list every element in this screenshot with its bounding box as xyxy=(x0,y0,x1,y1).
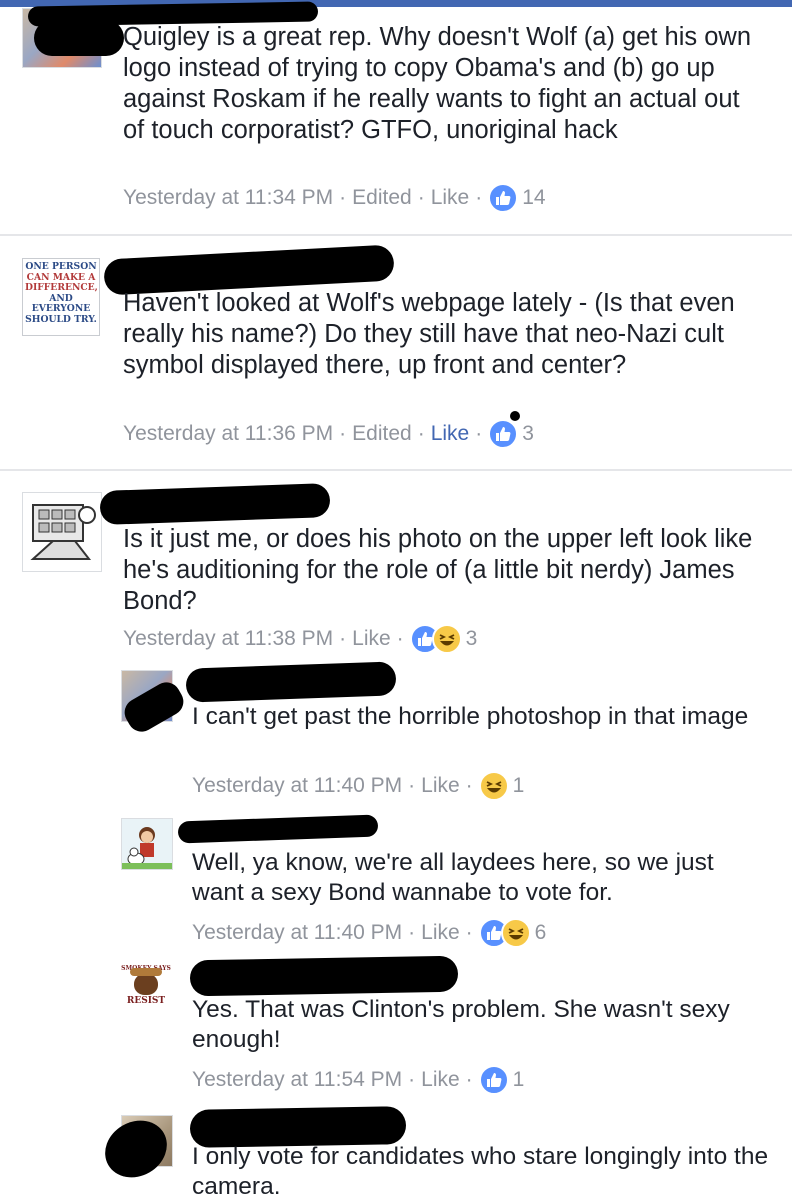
like-link[interactable]: Like xyxy=(421,920,460,946)
like-link[interactable]: Like xyxy=(431,421,470,447)
thumbs-up-icon[interactable] xyxy=(488,183,519,213)
divider xyxy=(0,234,792,236)
avatar[interactable]: ONE PERSON CAN MAKE A DIFFERENCE, AND EV… xyxy=(22,258,100,336)
timestamp[interactable]: Yesterday at 11:34 PM xyxy=(123,185,333,211)
avatar[interactable]: SMOKEY SAYS RESIST xyxy=(121,965,171,1015)
reaction-count[interactable]: 1 xyxy=(513,773,525,799)
laughing-face-icon[interactable] xyxy=(478,771,509,801)
edited-label[interactable]: Edited xyxy=(352,421,412,447)
reaction-count[interactable]: 14 xyxy=(522,185,545,211)
like-link[interactable]: Like xyxy=(421,773,460,799)
reaction-count[interactable]: 6 xyxy=(535,920,547,946)
like-link[interactable]: Like xyxy=(421,1067,460,1093)
comment-text: Is it just me, or does his photo on the … xyxy=(123,525,753,615)
redacted-name-scribble xyxy=(189,955,459,997)
like-link[interactable]: Like xyxy=(431,185,470,211)
avatar-text-line: ONE PERSON xyxy=(25,261,97,272)
reaction-count[interactable]: 3 xyxy=(466,626,478,652)
timestamp[interactable]: Yesterday at 11:40 PM xyxy=(192,773,402,799)
redacted-scribble xyxy=(34,20,124,56)
redacted-name-scribble xyxy=(99,482,331,526)
redacted-name-scribble xyxy=(185,661,397,703)
touch-dot xyxy=(510,411,520,421)
reply-text: Yes. That was Clinton's problem. She was… xyxy=(192,996,730,1053)
reply-meta: Yesterday at 11:40 PM · Like · 6 xyxy=(192,918,546,948)
reply-meta: Yesterday at 11:54 PM · Like · 1 xyxy=(192,1065,524,1095)
timestamp[interactable]: Yesterday at 11:40 PM xyxy=(192,920,402,946)
redacted-name-scribble xyxy=(177,814,379,844)
reply-text: I can't get past the horrible photoshop … xyxy=(192,703,749,730)
timestamp[interactable]: Yesterday at 11:36 PM xyxy=(123,421,333,447)
cartoon-girl-with-dog-icon xyxy=(122,827,172,869)
comment-text: Quigley is a great rep. Why doesn't Wolf… xyxy=(123,23,752,144)
avatar-text-line: DIFFERENCE, xyxy=(25,282,98,293)
divider xyxy=(0,469,792,471)
timestamp[interactable]: Yesterday at 11:54 PM xyxy=(192,1067,402,1093)
comment-meta: Yesterday at 11:36 PM · Edited · Like · … xyxy=(123,419,534,449)
reply-meta: Yesterday at 11:40 PM · Like · 1 xyxy=(192,771,524,801)
timestamp[interactable]: Yesterday at 11:38 PM xyxy=(123,626,333,652)
reaction-count[interactable]: 1 xyxy=(513,1067,525,1093)
avatar-text-line: SHOULD TRY. xyxy=(25,313,97,325)
comment-text: Haven't looked at Wolf's webpage lately … xyxy=(123,289,735,379)
computer-cartoon-icon xyxy=(30,504,96,560)
thumbs-up-icon[interactable] xyxy=(488,419,519,449)
comment-meta: Yesterday at 11:34 PM · Edited · Like · … xyxy=(123,183,546,213)
avatar[interactable] xyxy=(22,492,102,572)
edited-label[interactable]: Edited xyxy=(352,185,412,211)
avatar-text-line: RESIST xyxy=(126,996,166,1006)
reply-text: I only vote for candidates who stare lon… xyxy=(192,1143,769,1200)
comment-meta: Yesterday at 11:38 PM · Like · 3 xyxy=(123,624,477,654)
avatar[interactable] xyxy=(121,818,173,870)
thumbs-up-icon[interactable] xyxy=(478,1065,509,1095)
reply-text: Well, ya know, we're all laydees here, s… xyxy=(192,849,714,906)
like-link[interactable]: Like xyxy=(352,626,391,652)
bear-icon xyxy=(130,968,162,995)
laughing-face-icon[interactable] xyxy=(500,918,531,948)
avatar-text-line: AND EVERYONE xyxy=(31,292,91,314)
reaction-count[interactable]: 3 xyxy=(522,421,534,447)
laughing-face-icon[interactable] xyxy=(431,624,462,654)
